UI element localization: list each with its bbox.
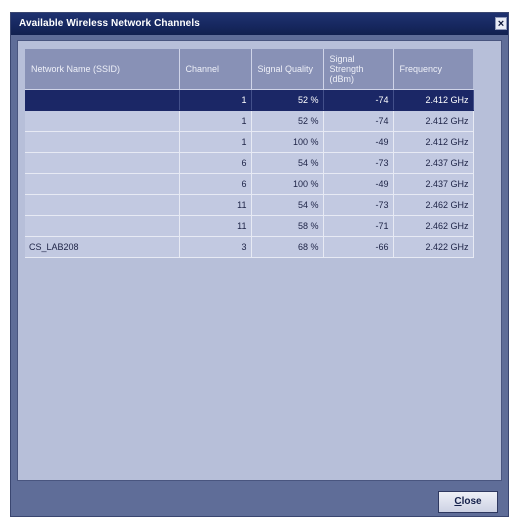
cell-channel: 11 bbox=[179, 194, 252, 216]
cell-frequency: 2.422 GHz bbox=[393, 236, 474, 258]
cell-ssid bbox=[25, 89, 180, 111]
close-icon[interactable]: × bbox=[495, 17, 507, 30]
cell-ssid: CS_LAB208 bbox=[25, 236, 180, 258]
column-header-channel[interactable]: Channel bbox=[179, 49, 252, 90]
cell-signal-quality: 100 % bbox=[251, 131, 324, 153]
cell-signal-strength: -73 bbox=[323, 194, 394, 216]
cell-channel: 1 bbox=[179, 110, 252, 132]
dialog-title: Available Wireless Network Channels bbox=[19, 18, 200, 29]
column-header-signal-quality[interactable]: Signal Quality bbox=[251, 49, 324, 90]
cell-signal-strength: -74 bbox=[323, 110, 394, 132]
table-row[interactable]: 1 100 % -49 2.412 GHz bbox=[25, 131, 474, 153]
close-button-label: lose bbox=[461, 496, 482, 507]
table-row[interactable]: 11 58 % -71 2.462 GHz bbox=[25, 215, 474, 237]
table-row[interactable]: 6 100 % -49 2.437 GHz bbox=[25, 173, 474, 195]
cell-frequency: 2.437 GHz bbox=[393, 152, 474, 174]
cell-signal-quality: 68 % bbox=[251, 236, 324, 258]
network-table: Network Name (SSID) Channel Signal Quali… bbox=[25, 49, 474, 258]
cell-frequency: 2.412 GHz bbox=[393, 131, 474, 153]
table-row[interactable]: 1 52 % -74 2.412 GHz bbox=[25, 89, 474, 111]
cell-signal-strength: -49 bbox=[323, 131, 394, 153]
cell-channel: 6 bbox=[179, 152, 252, 174]
column-header-frequency[interactable]: Frequency bbox=[393, 49, 473, 90]
cell-channel: 1 bbox=[179, 131, 252, 153]
wireless-channels-dialog: Available Wireless Network Channels × Ne… bbox=[10, 12, 509, 517]
table-row[interactable]: 11 54 % -73 2.462 GHz bbox=[25, 194, 474, 216]
column-header-ssid[interactable]: Network Name (SSID) bbox=[25, 49, 180, 90]
cell-ssid bbox=[25, 194, 180, 216]
cell-signal-quality: 58 % bbox=[251, 215, 324, 237]
table-row[interactable]: 6 54 % -73 2.437 GHz bbox=[25, 152, 474, 174]
cell-signal-quality: 100 % bbox=[251, 173, 324, 195]
column-header-signal-strength[interactable]: Signal Strength (dBm) bbox=[323, 49, 394, 90]
close-button[interactable]: Close bbox=[438, 491, 498, 513]
cell-signal-quality: 52 % bbox=[251, 89, 324, 111]
table-row[interactable]: CS_LAB208 3 68 % -66 2.422 GHz bbox=[25, 236, 474, 258]
cell-signal-quality: 54 % bbox=[251, 194, 324, 216]
cell-signal-quality: 52 % bbox=[251, 110, 324, 132]
dialog-title-bar: Available Wireless Network Channels × bbox=[11, 13, 508, 35]
table-header-row: Network Name (SSID) Channel Signal Quali… bbox=[25, 49, 473, 90]
close-button-mnemonic: C bbox=[454, 496, 462, 507]
cell-channel: 6 bbox=[179, 173, 252, 195]
network-table-container: Network Name (SSID) Channel Signal Quali… bbox=[25, 49, 474, 258]
cell-frequency: 2.412 GHz bbox=[393, 89, 474, 111]
cell-ssid bbox=[25, 173, 180, 195]
cell-frequency: 2.412 GHz bbox=[393, 110, 474, 132]
cell-ssid bbox=[25, 110, 180, 132]
table-body: 1 52 % -74 2.412 GHz 1 52 % -74 2.412 GHz 1 100 %… bbox=[25, 89, 474, 258]
cell-frequency: 2.462 GHz bbox=[393, 215, 474, 237]
cell-signal-strength: -74 bbox=[323, 89, 394, 111]
cell-frequency: 2.437 GHz bbox=[393, 173, 474, 195]
cell-channel: 1 bbox=[179, 89, 252, 111]
cell-ssid bbox=[25, 131, 180, 153]
cell-ssid bbox=[25, 152, 180, 174]
cell-signal-quality: 54 % bbox=[251, 152, 324, 174]
dialog-footer: Close bbox=[11, 486, 508, 516]
cell-channel: 3 bbox=[179, 236, 252, 258]
cell-ssid bbox=[25, 215, 180, 237]
cell-signal-strength: -49 bbox=[323, 173, 394, 195]
cell-signal-strength: -73 bbox=[323, 152, 394, 174]
cell-channel: 11 bbox=[179, 215, 252, 237]
cell-signal-strength: -66 bbox=[323, 236, 394, 258]
dialog-content-panel: Network Name (SSID) Channel Signal Quali… bbox=[17, 40, 502, 481]
cell-signal-strength: -71 bbox=[323, 215, 394, 237]
cell-frequency: 2.462 GHz bbox=[393, 194, 474, 216]
table-row[interactable]: 1 52 % -74 2.412 GHz bbox=[25, 110, 474, 132]
